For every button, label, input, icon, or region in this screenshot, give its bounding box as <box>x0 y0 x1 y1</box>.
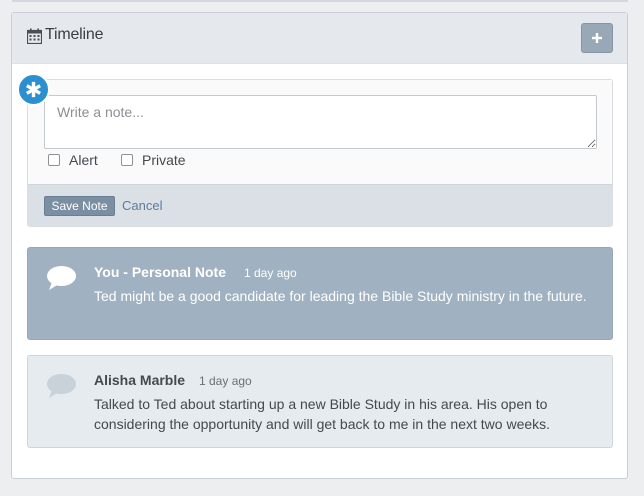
note-form-footer: Save Note Cancel <box>28 184 612 226</box>
asterisk-icon <box>26 81 41 98</box>
cancel-link[interactable]: Cancel <box>122 198 162 213</box>
private-label: Private <box>142 152 186 168</box>
item-timestamp: 1 day ago <box>199 374 252 388</box>
item-author: You - Personal Note <box>94 264 226 280</box>
plus-icon <box>592 33 602 43</box>
item-text: Talked to Ted about starting up a new Bi… <box>94 396 551 432</box>
private-checkbox[interactable] <box>121 154 133 166</box>
item-author: Alisha Marble <box>94 372 186 388</box>
panel-header: Timeline <box>12 13 627 64</box>
item-timestamp: 1 day ago <box>244 266 297 280</box>
asterisk-badge <box>17 73 50 106</box>
timeline-item: Alisha Marble 1 day ago Talked to Ted ab… <box>27 355 613 448</box>
alert-checkbox[interactable] <box>48 154 60 166</box>
panel-title: Timeline <box>45 26 104 43</box>
save-note-button[interactable]: Save Note <box>44 196 115 216</box>
note-textarea[interactable] <box>44 95 597 149</box>
comment-icon <box>47 266 76 290</box>
alert-checkbox-row[interactable]: Alert <box>48 152 98 168</box>
comment-icon <box>47 374 76 398</box>
calendar-icon <box>27 28 42 44</box>
note-form: Alert Private Save Note Cancel <box>27 79 613 227</box>
note-form-body: Alert Private <box>28 80 612 184</box>
item-text: Ted might be a good candidate for leadin… <box>94 288 587 304</box>
timeline-item: You - Personal Note 1 day ago Ted might … <box>27 247 613 340</box>
timeline-panel: Timeline Alert Private Save Note Cancel <box>11 12 628 479</box>
page-top-divider <box>12 0 628 2</box>
add-note-button[interactable] <box>581 23 613 53</box>
alert-label: Alert <box>69 152 98 168</box>
private-checkbox-row[interactable]: Private <box>121 152 186 168</box>
